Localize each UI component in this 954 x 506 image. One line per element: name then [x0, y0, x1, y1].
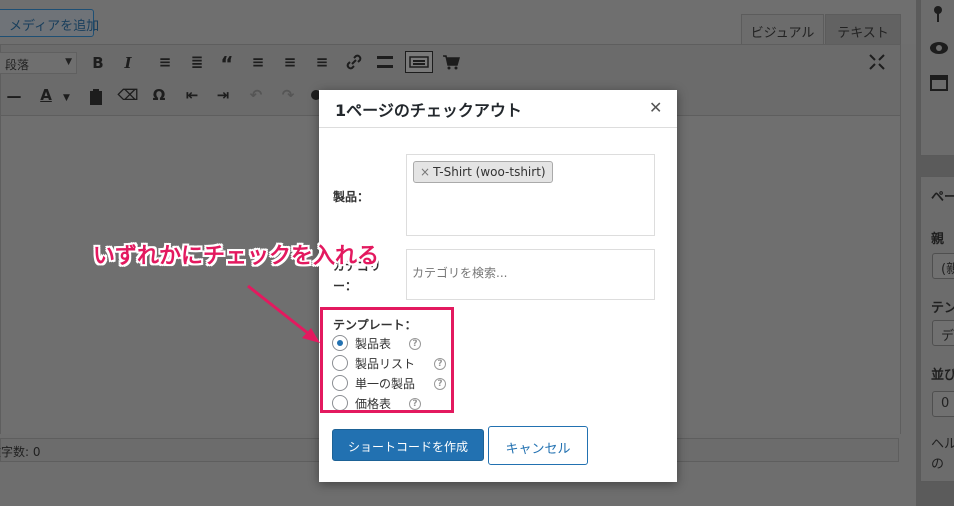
eye-icon — [929, 41, 949, 59]
product-tag-label: T-Shirt (woo-tshirt) — [433, 165, 546, 179]
outdent-icon[interactable]: ⇤ — [181, 86, 203, 104]
tab-text[interactable]: テキスト — [825, 14, 901, 44]
special-character-icon[interactable]: Ω — [148, 86, 170, 104]
align-center-icon[interactable]: ≡ — [279, 53, 301, 71]
create-shortcode-button[interactable]: ショートコードを作成 — [332, 429, 484, 461]
format-select[interactable]: 段落 ▼ — [0, 52, 77, 74]
category-placeholder: カテゴリを検索... — [412, 266, 508, 280]
bold-icon[interactable]: B — [87, 54, 109, 72]
read-more-icon[interactable] — [375, 53, 395, 75]
paste-text-icon[interactable] — [88, 88, 104, 110]
clear-formatting-icon[interactable]: ⌫ — [117, 86, 139, 104]
fullscreen-icon[interactable] — [867, 52, 887, 76]
tag-remove-icon[interactable]: × — [420, 165, 430, 179]
format-select-value: 段落 — [5, 58, 30, 72]
template-label-side: テン — [931, 301, 954, 316]
parent-label: 親 — [931, 232, 945, 247]
chevron-down-icon: ▼ — [65, 57, 72, 67]
template-highlight-box — [320, 307, 454, 413]
product-tag: × T-Shirt (woo-tshirt) — [413, 161, 553, 183]
pin-icon — [931, 5, 945, 27]
blockquote-icon[interactable]: “ — [216, 52, 238, 76]
horizontal-line-icon[interactable]: — — [3, 87, 25, 105]
parent-select[interactable]: (親 — [932, 253, 954, 279]
close-icon[interactable]: ✕ — [649, 98, 662, 117]
redo-icon[interactable]: ↷ — [277, 86, 299, 104]
page-attributes-heading: ペー — [931, 190, 954, 205]
cancel-button[interactable]: キャンセル — [488, 426, 588, 465]
order-label: 並び — [931, 368, 954, 383]
link-icon[interactable] — [343, 51, 365, 77]
order-input[interactable]: 0 — [932, 391, 954, 417]
indent-icon[interactable]: ⇥ — [212, 86, 234, 104]
template-select-side[interactable]: デ — [932, 320, 954, 346]
annotation-arrow-icon — [247, 284, 320, 343]
bullet-list-icon[interactable]: ≡ — [154, 53, 176, 71]
shortcode-modal: 1ページのチェックアウト ✕ 製品： × T-Shirt (woo-tshirt)… — [319, 90, 677, 482]
help-text-line2: の — [931, 457, 945, 472]
align-left-icon[interactable]: ≡ — [247, 53, 269, 71]
category-field[interactable]: カテゴリを検索... — [406, 249, 655, 300]
add-media-button[interactable]: メディアを追加 — [0, 9, 99, 37]
products-field[interactable]: × T-Shirt (woo-tshirt) — [406, 154, 655, 236]
keyboard-toggle-icon[interactable] — [405, 51, 433, 73]
italic-icon[interactable]: I — [117, 54, 139, 72]
calendar-icon — [930, 73, 948, 95]
annotation-text: いずれかにチェックを入れる — [93, 244, 380, 269]
text-color-dropdown-icon[interactable]: ▼ — [63, 93, 70, 103]
modal-title: 1ページのチェックアウト — [335, 101, 522, 120]
products-label: 製品： — [333, 190, 370, 204]
text-color-icon[interactable]: A — [35, 86, 57, 104]
undo-icon[interactable]: ↶ — [245, 86, 267, 104]
add-media-label: メディアを追加 — [9, 19, 100, 34]
align-right-icon[interactable]: ≡ — [311, 53, 333, 71]
numbered-list-icon[interactable]: ≣ — [186, 53, 208, 71]
modal-header: 1ページのチェックアウト ✕ — [319, 90, 677, 128]
tab-visual[interactable]: ビジュアル — [741, 14, 824, 44]
cart-icon[interactable] — [441, 52, 461, 76]
help-text-line1: ヘル — [931, 437, 954, 452]
